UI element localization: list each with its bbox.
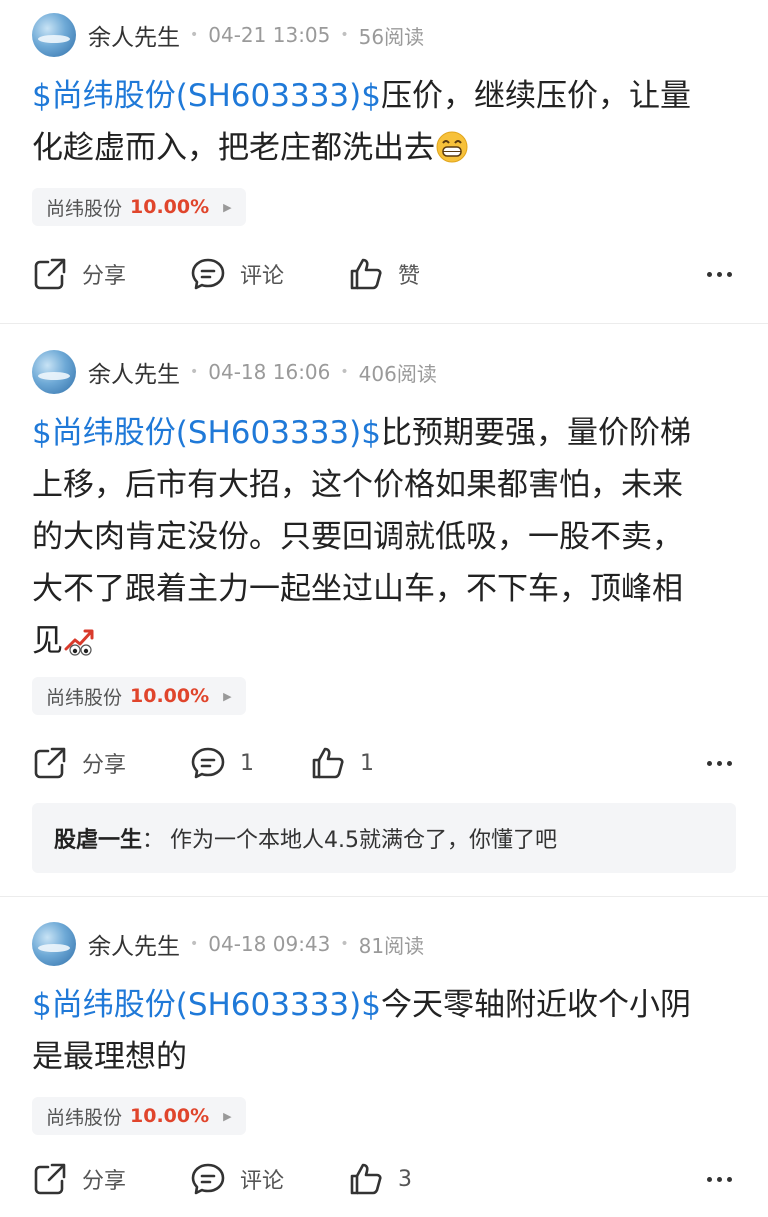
share-label: 分享 — [82, 753, 127, 778]
chart-up-eyes-emoji — [64, 629, 94, 656]
top-reply[interactable]: 股虐一生 ： 作为一个本地人4.5就满仓了，你懂了吧 — [32, 803, 736, 873]
stock-link[interactable]: $尚纬股份(SH603333)$ — [32, 415, 381, 451]
more-icon[interactable] — [707, 760, 736, 766]
stock-tag-name: 尚纬股份 — [46, 686, 123, 709]
separator-dot: • — [190, 27, 199, 43]
post-content: $尚纬股份(SH603333)$今天零轴附近收个小阴 是最理想的 — [32, 979, 736, 1083]
share-label: 分享 — [82, 264, 127, 289]
separator-dot: • — [190, 936, 199, 952]
post-text-line: 大不了跟着主力一起坐过山车，不下车，顶峰相 — [32, 571, 683, 607]
post-card[interactable]: 余人先生 • 04-18 09:43 • 81阅读 $尚纬股份(SH603333… — [0, 897, 768, 1217]
action-bar: 分享 1 1 — [32, 725, 736, 801]
post-content: $尚纬股份(SH603333)$比预期要强，量价阶梯 上移，后市有大招，这个价格… — [32, 407, 736, 667]
comment-button[interactable]: 评论 — [190, 1161, 348, 1197]
post-text-line: 是最理想的 — [32, 1039, 187, 1075]
reply-user[interactable]: 股虐一生 — [54, 822, 142, 854]
share-icon — [34, 747, 66, 779]
post-meta: • 04-18 09:43 • 81阅读 — [190, 930, 424, 959]
post-header: 余人先生 • 04-21 13:05 • 56阅读 — [32, 0, 736, 70]
avatar[interactable] — [32, 922, 76, 966]
like-count: 1 — [360, 750, 374, 776]
stock-tag[interactable]: 尚纬股份 10.00% ▶ — [32, 188, 246, 226]
separator-dot: • — [190, 364, 199, 380]
action-bar: 分享 评论 3 — [32, 1141, 736, 1217]
stock-tag[interactable]: 尚纬股份 10.00% ▶ — [32, 1097, 246, 1135]
post-text-line: 的大肉肯定没份。只要回调就低吸，一股不卖， — [32, 519, 683, 555]
like-button[interactable]: 赞 — [348, 256, 420, 292]
avatar[interactable] — [32, 350, 76, 394]
comment-icon — [191, 258, 225, 290]
post-card[interactable]: 余人先生 • 04-18 16:06 • 406阅读 $尚纬股份(SH60333… — [0, 324, 768, 896]
post-header: 余人先生 • 04-18 16:06 • 406阅读 — [32, 337, 736, 407]
post-content: $尚纬股份(SH603333)$压价，继续压价，让量 化趁虚而入，把老庄都洗出去 — [32, 70, 736, 174]
stock-tag[interactable]: 尚纬股份 10.00% ▶ — [32, 677, 246, 715]
triangle-right-icon: ▶ — [223, 200, 232, 214]
comment-button[interactable]: 评论 — [190, 256, 348, 292]
stock-tag-change: 10.00% — [130, 1105, 210, 1127]
post-time: 04-21 13:05 — [208, 23, 331, 47]
author-name[interactable]: 余人先生 — [88, 355, 180, 389]
post-meta: • 04-21 13:05 • 56阅读 — [190, 21, 424, 50]
post-text-line: 今天零轴附近收个小阴 — [380, 987, 691, 1023]
post-time: 04-18 16:06 — [208, 360, 331, 384]
post-time: 04-18 09:43 — [208, 932, 331, 956]
triangle-right-icon: ▶ — [223, 1109, 232, 1123]
stock-tag-name: 尚纬股份 — [46, 197, 123, 220]
stock-tag-name: 尚纬股份 — [46, 1106, 123, 1129]
comment-icon — [191, 1163, 225, 1195]
post-card[interactable]: 余人先生 • 04-21 13:05 • 56阅读 $尚纬股份(SH603333… — [0, 0, 768, 323]
separator-dot: • — [340, 936, 349, 952]
stock-tag-change: 10.00% — [130, 196, 210, 218]
comment-count: 1 — [240, 750, 254, 776]
thumbs-up-icon — [312, 747, 344, 779]
share-button[interactable]: 分享 — [32, 1161, 190, 1197]
action-bar: 分享 评论 赞 — [32, 236, 736, 312]
reply-separator: ： — [142, 828, 165, 853]
like-label: 赞 — [398, 264, 421, 289]
share-button[interactable]: 分享 — [32, 256, 190, 292]
read-count: 56阅读 — [358, 24, 425, 49]
separator-dot: • — [340, 364, 349, 380]
avatar[interactable] — [32, 13, 76, 57]
like-button[interactable]: 3 — [348, 1161, 412, 1197]
read-count: 406阅读 — [358, 361, 437, 386]
comment-label: 评论 — [240, 264, 285, 289]
author-name[interactable]: 余人先生 — [88, 927, 180, 961]
like-button[interactable]: 1 — [310, 745, 374, 781]
post-header: 余人先生 • 04-18 09:43 • 81阅读 — [32, 909, 736, 979]
comment-icon — [191, 747, 225, 779]
more-icon[interactable] — [707, 271, 736, 277]
like-count: 3 — [398, 1166, 412, 1192]
comment-button[interactable]: 1 — [190, 745, 310, 781]
share-icon — [34, 1163, 66, 1195]
triangle-right-icon: ▶ — [223, 689, 232, 703]
grin-emoji — [436, 131, 468, 163]
stock-link[interactable]: $尚纬股份(SH603333)$ — [32, 987, 381, 1023]
stock-tag-change: 10.00% — [130, 685, 210, 707]
post-meta: • 04-18 16:06 • 406阅读 — [190, 358, 437, 387]
separator-dot: • — [340, 27, 349, 43]
author-name[interactable]: 余人先生 — [88, 18, 180, 52]
post-text-line: 比预期要强，量价阶梯 — [380, 415, 691, 451]
share-button[interactable]: 分享 — [32, 745, 190, 781]
read-count: 81阅读 — [358, 933, 425, 958]
thumbs-up-icon — [350, 258, 382, 290]
more-icon[interactable] — [707, 1176, 736, 1182]
thumbs-up-icon — [350, 1163, 382, 1195]
share-icon — [34, 258, 66, 290]
stock-link[interactable]: $尚纬股份(SH603333)$ — [32, 78, 381, 114]
post-text-line: 化趁虚而入，把老庄都洗出去 — [32, 130, 435, 166]
reply-text: 作为一个本地人4.5就满仓了，你懂了吧 — [170, 828, 558, 853]
post-text-line: 上移，后市有大招，这个价格如果都害怕，未来 — [32, 467, 683, 503]
post-text-line: 压价，继续压价，让量 — [380, 78, 691, 114]
post-text-line: 见 — [32, 623, 63, 659]
